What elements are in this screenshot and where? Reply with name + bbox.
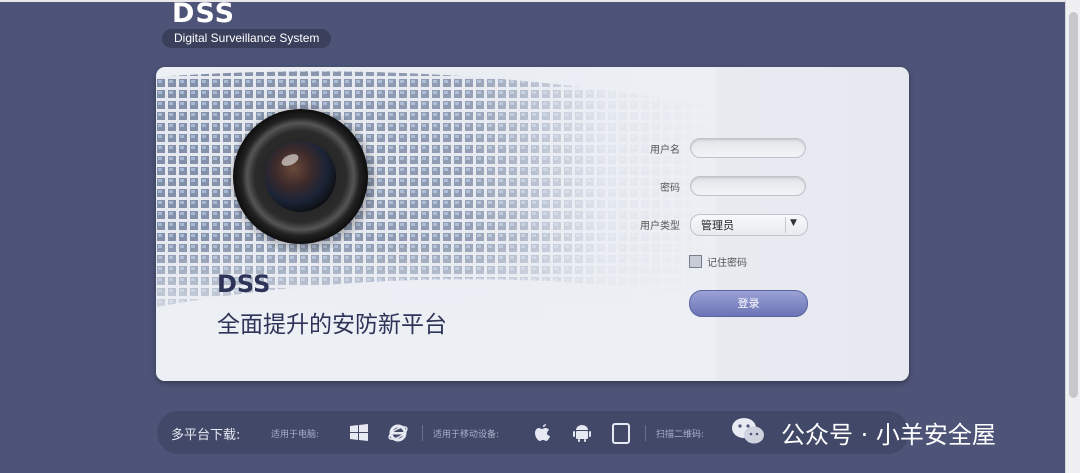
mobile-label: 适用于移动设备:	[433, 430, 500, 440]
pc-label: 适用于电脑:	[271, 430, 320, 440]
qr-label: 扫描二维码:	[656, 430, 705, 440]
ie-icon[interactable]	[387, 422, 409, 444]
scrollbar[interactable]	[1065, 0, 1080, 473]
password-label: 密码	[660, 183, 680, 194]
download-label: 多平台下载:	[171, 428, 241, 443]
scrollbar-thumb[interactable]	[1069, 12, 1078, 398]
camera-lens-glass	[265, 141, 336, 212]
window-top-strip	[0, 0, 1080, 2]
select-divider	[785, 217, 786, 233]
user-type-select[interactable]: 管理员 ▼	[690, 214, 808, 236]
tablet-icon[interactable]	[610, 422, 632, 444]
login-button[interactable]: 登录	[689, 290, 808, 317]
remember-password-checkbox[interactable]	[689, 255, 702, 268]
brand-tagline: Digital Surveillance System	[162, 29, 332, 48]
username-label: 用户名	[650, 145, 680, 156]
watermark-text: 公众号 · 小羊安全屋	[781, 421, 996, 449]
wechat-icon	[732, 418, 764, 444]
password-input[interactable]	[690, 176, 806, 196]
user-type-label: 用户类型	[640, 221, 680, 232]
chevron-down-icon[interactable]: ▼	[790, 218, 797, 228]
remember-password-label[interactable]: 记住密码	[707, 254, 747, 269]
windows-icon[interactable]	[348, 422, 370, 444]
apple-icon[interactable]	[532, 422, 554, 444]
hero-subtitle: 全面提升的安防新平台	[217, 312, 447, 338]
hero-title: DSS	[217, 270, 271, 298]
brand-logo: DSS	[172, 0, 236, 29]
footer-divider	[422, 425, 423, 441]
android-icon[interactable]	[571, 422, 593, 444]
user-type-value: 管理员	[701, 219, 734, 232]
username-input[interactable]	[690, 138, 806, 158]
footer-divider	[645, 425, 646, 441]
login-card: DSS 全面提升的安防新平台 用户名 密码 用户类型 管理员 ▼ 记住密码 登录	[156, 67, 909, 381]
